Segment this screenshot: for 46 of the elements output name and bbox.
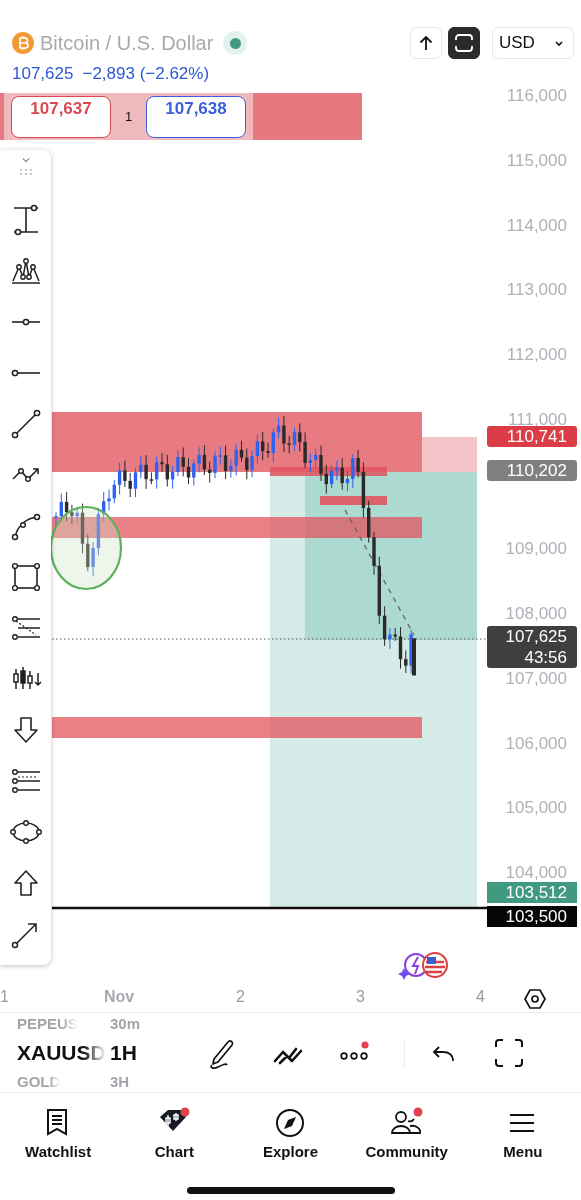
up-arrow-button[interactable] (410, 27, 442, 59)
price-axis-label: 106,000 (505, 733, 567, 754)
price-axis-label: 112,000 (506, 345, 567, 365)
time-axis-label: Nov (104, 988, 135, 1006)
price-axis-label: 104,000 (505, 863, 567, 883)
sell-price-button[interactable]: 107,637 (11, 95, 111, 138)
pattern-icon[interactable] (9, 255, 42, 287)
currency-dropdown[interactable]: USD (492, 27, 574, 59)
price-tag: 110,202 (487, 460, 577, 482)
fullscreen-icon[interactable] (493, 1036, 525, 1069)
buy-price-button[interactable]: 107,638 (146, 95, 246, 138)
price-tag: 107,625 43:56 (487, 626, 577, 669)
price-axis-label: 107,000 (505, 668, 567, 689)
settings-icon[interactable] (523, 987, 547, 1011)
nav-tab[interactable]: Explore (232, 1093, 349, 1173)
up-arrow-icon (417, 34, 435, 52)
rectangle-icon[interactable] (9, 561, 42, 593)
price-axis-label: 115,000 (506, 150, 567, 171)
time-axis-label: 1 (0, 988, 9, 1006)
price-change: −2,893 (−2.62%) (82, 64, 210, 84)
time-axis-label: 2 (236, 988, 245, 1006)
interval-option[interactable]: 1H (110, 1038, 137, 1067)
fullscreen-button[interactable] (448, 27, 480, 59)
price-tag: 110,741 (487, 425, 577, 447)
highlight-zone (320, 496, 387, 505)
nav-tab[interactable]: Watchlist (0, 1093, 117, 1173)
quantity-label: 1 (123, 109, 134, 124)
price-axis-label: 108,000 (505, 604, 567, 624)
price-axis-label: 116,000 (506, 88, 567, 106)
nav-tab[interactable]: Chart (116, 1093, 233, 1173)
price-tag: 103,500 (487, 906, 577, 928)
nav-tab[interactable]: Community (348, 1093, 465, 1173)
price-axis-label: 109,000 (505, 539, 567, 560)
last-price: 107,625 (12, 64, 74, 84)
symbol-option[interactable]: XAUUSD (17, 1038, 106, 1067)
time-axis-label: 4 (476, 988, 485, 1006)
fullscreen-icon (454, 33, 474, 53)
order-bar-segment (0, 93, 4, 140)
price-axis-label: 114,000 (506, 215, 567, 236)
time-axis-label: 3 (356, 988, 365, 1006)
trend-line-icon[interactable] (9, 408, 42, 440)
bitcoin-icon (12, 32, 34, 54)
price-axis-label: 113,000 (506, 280, 567, 301)
nav-tab[interactable]: Menu (464, 1093, 581, 1173)
price-axis-label: 105,000 (505, 798, 567, 819)
price-tag: 103,512 (487, 881, 577, 903)
